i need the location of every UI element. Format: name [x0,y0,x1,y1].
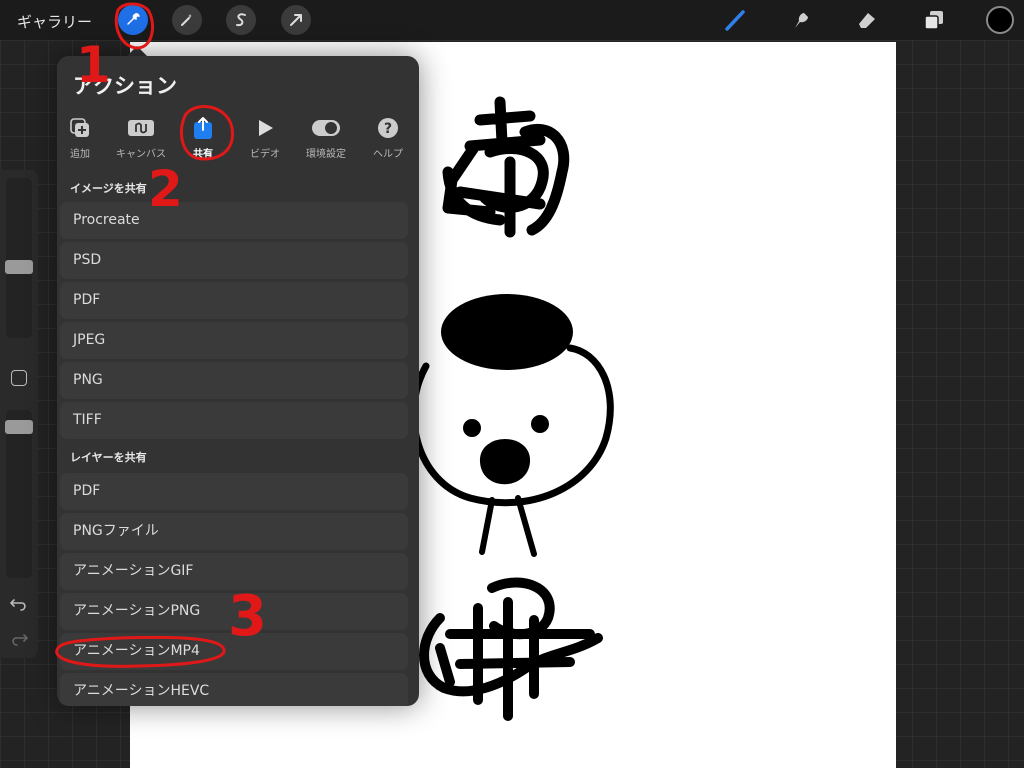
play-icon [259,120,273,136]
annotation-step-2: 2 [148,160,183,218]
annotation-step-1: 1 [76,36,111,94]
tab-label: 環境設定 [306,149,346,160]
share-tiff[interactable]: TIFF [60,402,408,439]
brush-icon [725,10,745,31]
selection-s-icon [236,13,246,27]
tab-label: キャンバス [116,149,166,160]
brush-button[interactable] [722,6,750,34]
share-layer-png-files[interactable]: PNGファイル [60,513,408,550]
layers-icon [924,11,943,30]
share-image-heading: イメージを共有 [70,182,147,195]
share-psd[interactable]: PSD [60,242,408,279]
annotation-step-3: 3 [228,584,267,649]
share-layer-pdf[interactable]: PDF [60,473,408,510]
transform-button[interactable] [281,5,311,35]
gallery-button[interactable]: ギャラリー [17,11,92,32]
help-icon: ? [378,118,398,138]
selection-button[interactable] [226,5,256,35]
toggle-icon [312,120,340,136]
tab-help[interactable]: ? ヘルプ [358,116,418,160]
tab-label: ヘルプ [373,149,403,160]
adjustments-button[interactable] [172,5,202,35]
left-sidebar [0,170,38,658]
share-animated-hevc[interactable]: アニメーションHEVC [60,673,408,706]
share-jpeg[interactable]: JPEG [60,322,408,359]
tab-canvas[interactable]: キャンバス [111,116,171,160]
undo-icon[interactable] [9,595,29,613]
share-layer-heading: レイヤーを共有 [70,451,147,464]
smudge-icon [795,13,808,28]
eraser-button[interactable] [853,6,881,34]
wrench-icon [127,13,140,25]
share-icon [194,117,212,139]
opacity-slider[interactable] [6,410,32,578]
transform-arrow-icon [290,14,302,26]
modify-button[interactable] [11,370,27,386]
canvas-icon [128,120,154,136]
color-picker-button[interactable] [986,6,1014,34]
redo-icon[interactable] [9,630,29,648]
svg-text:?: ? [384,121,392,137]
share-procreate[interactable]: Procreate [60,202,408,239]
magic-wand-icon [181,14,192,26]
actions-button[interactable] [118,5,148,35]
brush-size-slider[interactable] [6,178,32,338]
add-image-icon [70,118,89,137]
tab-video[interactable]: ビデオ [235,116,295,160]
tab-label: 追加 [70,149,90,160]
opacity-handle[interactable] [5,420,33,434]
smudge-button[interactable] [787,6,815,34]
eraser-icon [859,13,875,28]
tab-share[interactable]: 共有 [173,116,233,160]
panel-pointer [127,46,147,56]
tab-label: 共有 [193,149,213,160]
share-pdf[interactable]: PDF [60,282,408,319]
tab-preferences[interactable]: 環境設定 [296,116,356,160]
top-toolbar: ギャラリー [0,0,1024,40]
tab-add[interactable]: 追加 [57,116,110,160]
tab-label: ビデオ [250,149,280,160]
share-png[interactable]: PNG [60,362,408,399]
layers-button[interactable] [920,6,948,34]
brush-size-handle[interactable] [5,260,33,274]
